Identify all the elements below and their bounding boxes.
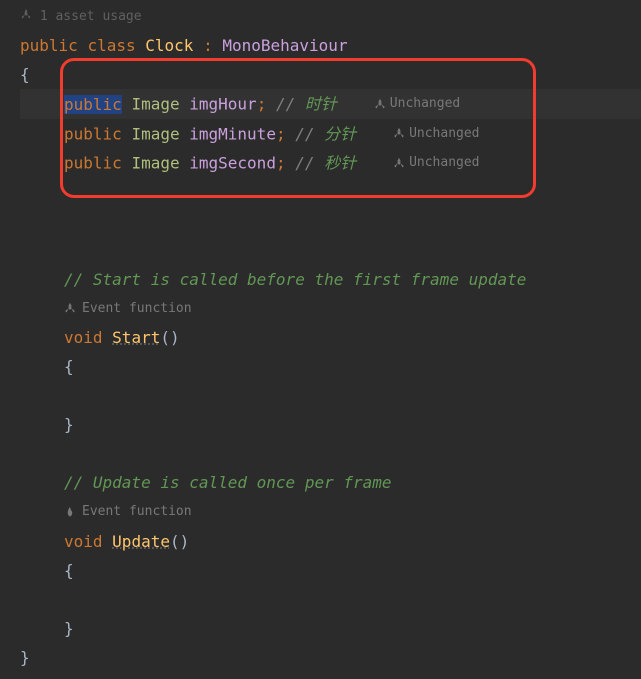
keyword-public: public: [20, 36, 78, 55]
start-method-line[interactable]: void Start(): [20, 323, 641, 352]
blank-line[interactable]: [20, 439, 641, 468]
fire-icon: [64, 506, 76, 518]
keyword-class: class: [87, 36, 135, 55]
event-function-hint[interactable]: Event function: [20, 497, 192, 526]
vcs-lens[interactable]: Unchanged: [393, 119, 479, 148]
start-comment-line[interactable]: // Start is called before the first fram…: [20, 265, 641, 294]
type-image: Image: [131, 154, 179, 173]
class-name: Clock: [145, 36, 193, 55]
blank-body-line[interactable]: [20, 381, 641, 410]
brace-close: }: [20, 648, 30, 667]
colon: :: [203, 36, 213, 55]
code-editor[interactable]: 1 asset usage public class Clock : MonoB…: [20, 0, 641, 672]
radiation-icon: [374, 98, 386, 110]
brace-line[interactable]: {: [20, 352, 641, 381]
field-name: imgHour: [189, 95, 256, 114]
close-brace-line[interactable]: }: [20, 643, 641, 672]
brace-line[interactable]: {: [20, 556, 641, 585]
radiation-icon: [393, 127, 405, 139]
field-line-hour[interactable]: public Image imgHour; // // 时针时针 Unchang…: [20, 89, 641, 119]
keyword-void: void: [64, 328, 103, 347]
method-comment: // Update is called once per frame: [64, 473, 392, 492]
update-method-line[interactable]: void Update(): [20, 527, 641, 556]
field-line-second[interactable]: public Image imgSecond; // 秒针 Unchanged: [20, 148, 641, 178]
blank-line[interactable]: [20, 236, 641, 265]
class-signature-line[interactable]: public class Clock : MonoBehaviour: [20, 31, 641, 60]
brace-line[interactable]: }: [20, 410, 641, 439]
asset-usage-text: 1 asset usage: [40, 9, 142, 24]
brace-line[interactable]: }: [20, 614, 641, 643]
radiation-icon: [20, 8, 32, 20]
event-function-hint[interactable]: Event function: [20, 294, 192, 323]
vcs-lens[interactable]: Unchanged: [374, 89, 460, 118]
open-brace-line[interactable]: {: [20, 60, 641, 89]
keyword-void: void: [64, 532, 103, 551]
radiation-icon: [393, 157, 405, 169]
update-comment-line[interactable]: // Update is called once per frame: [20, 468, 641, 497]
field-name: imgSecond: [189, 154, 276, 173]
method-name: Update: [112, 532, 170, 551]
method-comment: // Start is called before the first fram…: [64, 270, 526, 289]
type-image: Image: [131, 124, 179, 143]
comment-slashes: //: [276, 95, 295, 114]
type-image: Image: [131, 95, 179, 114]
field-line-minute[interactable]: public Image imgMinute; // 分针 Unchanged: [20, 119, 641, 149]
brace-open: {: [20, 65, 30, 84]
vcs-lens[interactable]: Unchanged: [393, 148, 479, 177]
radiation-icon: [64, 302, 76, 314]
blank-line[interactable]: [20, 207, 641, 236]
blank-line[interactable]: [20, 178, 641, 207]
base-class: MonoBehaviour: [222, 36, 347, 55]
selected-text: public: [64, 95, 122, 114]
blank-body-line[interactable]: [20, 585, 641, 614]
asset-usage-hint[interactable]: 1 asset usage: [20, 0, 641, 31]
method-name: Start: [112, 328, 160, 347]
field-name: imgMinute: [189, 124, 276, 143]
